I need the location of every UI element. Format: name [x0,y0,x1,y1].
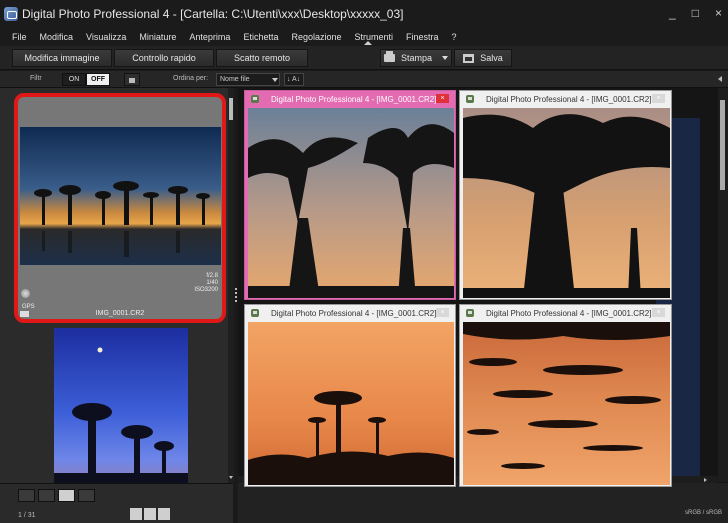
image-water-reflection [463,322,670,485]
image-window-titlebar[interactable]: Digital Photo Professional 4 - [IMG_0001… [245,91,455,107]
menu-finestra[interactable]: Finestra [406,32,439,42]
sort-dropdown-icon [271,77,278,82]
window-controls: _ □ × [669,6,722,20]
image-window-titlebar[interactable]: Digital Photo Professional 4 - [IMG_0001… [460,305,671,321]
sort-direction-label: ↓ A↓ [287,76,301,83]
image-baobab-sunset [248,322,454,485]
toolbar: Modifica immagine Controllo rapido Scatt… [0,46,728,70]
image-window-close-icon[interactable]: × [652,308,665,317]
edit-image-label: Modifica immagine [24,53,100,63]
filter-label: Filtr [30,75,42,82]
quick-check-label: Controllo rapido [132,53,196,63]
thumbnail-filename: IMG_0001.CR2 [95,310,145,317]
menu-miniature[interactable]: Miniature [139,32,176,42]
image-window-title: Digital Photo Professional 4 - [IMG_0001… [271,308,437,318]
image-window-close-icon[interactable]: × [436,94,449,103]
menu-open-indicator-icon [364,41,372,45]
remote-shoot-label: Scatto remoto [233,53,291,63]
menu-file[interactable]: File [12,32,27,42]
image-baobab-silhouette-1 [248,108,454,298]
image-window-title: Digital Photo Professional 4 - [IMG_0001… [486,94,652,104]
image-window-4[interactable]: Digital Photo Professional 4 - [IMG_0001… [459,304,672,487]
dpp-window-icon [466,95,474,103]
menu-help[interactable]: ? [452,32,457,42]
print-dropdown-icon[interactable] [442,56,449,60]
status-strip [238,483,728,523]
minimize-button[interactable]: _ [669,6,676,20]
panel-splitter-handle[interactable] [235,288,237,302]
thumbnail-image-sunset [20,127,221,265]
thumbnail-image-night [54,328,188,483]
sort-label: Ordina per: [173,75,209,82]
print-label: Stampa [400,53,433,63]
menu-etichetta[interactable]: Etichetta [243,32,278,42]
filter-on-toggle[interactable]: ON [62,73,86,86]
workspace-scrollbar-thumb[interactable] [720,100,725,190]
quick-check-button[interactable]: Controllo rapido [114,49,214,67]
image-window-2[interactable]: Digital Photo Professional 4 - [IMG_0001… [459,90,672,300]
workspace-scrollbar[interactable] [718,88,728,482]
single-view-icon[interactable] [38,489,55,502]
layout-grid-icon[interactable] [130,508,142,520]
thumbnail-panel: f/2.8 1/40 ISO3200 GPS IMG_0001.CR2 [0,88,233,483]
print-button[interactable]: Stampa [380,49,452,67]
sort-select[interactable]: Nome file [216,73,280,86]
printer-icon [383,51,395,62]
rating-dot-icon[interactable] [21,289,30,298]
image-window-titlebar[interactable]: Digital Photo Professional 4 - [IMG_0001… [245,305,455,321]
grid-view-icon[interactable] [58,489,75,502]
remote-shoot-button[interactable]: Scatto remoto [216,49,308,67]
filter-off-label: OFF [91,76,105,83]
thumbnail-footer: 1 / 31 [0,483,233,523]
dpp-window-icon [466,309,474,317]
menu-regolazione[interactable]: Regolazione [291,32,341,42]
layout-switcher [130,508,170,520]
filter-on-label: ON [68,76,80,83]
image-count: 1 / 31 [18,512,36,519]
filter-bar: Filtr ON OFF Ordina per: Nome file ↓ A↓ [0,71,728,88]
thumbnail-exif-info: f/2.8 1/40 ISO3200 [194,273,218,293]
raw-view-icon[interactable] [18,489,35,502]
thumbnail-selected[interactable]: f/2.8 1/40 ISO3200 GPS IMG_0001.CR2 [14,93,226,323]
image-window-close-icon[interactable]: × [436,308,449,317]
maximize-button[interactable]: □ [692,6,699,20]
scroll-right-arrow-icon[interactable] [704,478,707,482]
save-icon [463,53,475,63]
title-bar: Digital Photo Professional 4 - [Cartella… [0,0,728,28]
save-button[interactable]: Salva [454,49,512,67]
color-space-status: sRGB / sRGB [685,510,723,516]
large-grid-view-icon[interactable] [78,489,95,502]
image-window-3[interactable]: Digital Photo Professional 4 - [IMG_0001… [244,304,456,487]
thumbnail-scrollbar[interactable] [228,88,234,483]
app-icon [4,7,18,21]
image-window-title: Digital Photo Professional 4 - [IMG_0001… [486,308,652,318]
layout-split-icon[interactable] [158,508,170,520]
image-window-close-icon[interactable]: × [652,94,665,103]
filter-off-toggle[interactable]: OFF [86,73,110,86]
scroll-down-arrow-icon[interactable] [229,476,233,479]
image-baobab-silhouette-2 [463,108,670,298]
menu-strumenti[interactable]: Strumenti [355,32,394,42]
edit-image-button[interactable]: Modifica immagine [12,49,112,67]
layout-list-icon[interactable] [144,508,156,520]
sort-value: Nome file [220,76,250,83]
dpp-window-icon [251,309,259,317]
menu-anteprima[interactable]: Anteprima [189,32,230,42]
menu-modifica[interactable]: Modifica [40,32,74,42]
lock-icon[interactable] [124,73,140,86]
thumbnail-item[interactable] [18,328,222,483]
menu-visualizza[interactable]: Visualizza [86,32,126,42]
save-label: Salva [480,53,503,63]
window-title: Digital Photo Professional 4 - [Cartella… [22,7,404,21]
image-window-1[interactable]: Digital Photo Professional 4 - [IMG_0001… [244,90,456,300]
image-window-title: Digital Photo Professional 4 - [IMG_0001… [271,94,437,104]
dpp-window-icon [251,95,259,103]
thumbnail-scrollbar-thumb[interactable] [229,98,233,120]
collapse-panel-icon[interactable] [718,76,722,82]
sort-direction-button[interactable]: ↓ A↓ [284,73,304,86]
image-window-titlebar[interactable]: Digital Photo Professional 4 - [IMG_0001… [460,91,671,107]
close-button[interactable]: × [715,6,722,20]
